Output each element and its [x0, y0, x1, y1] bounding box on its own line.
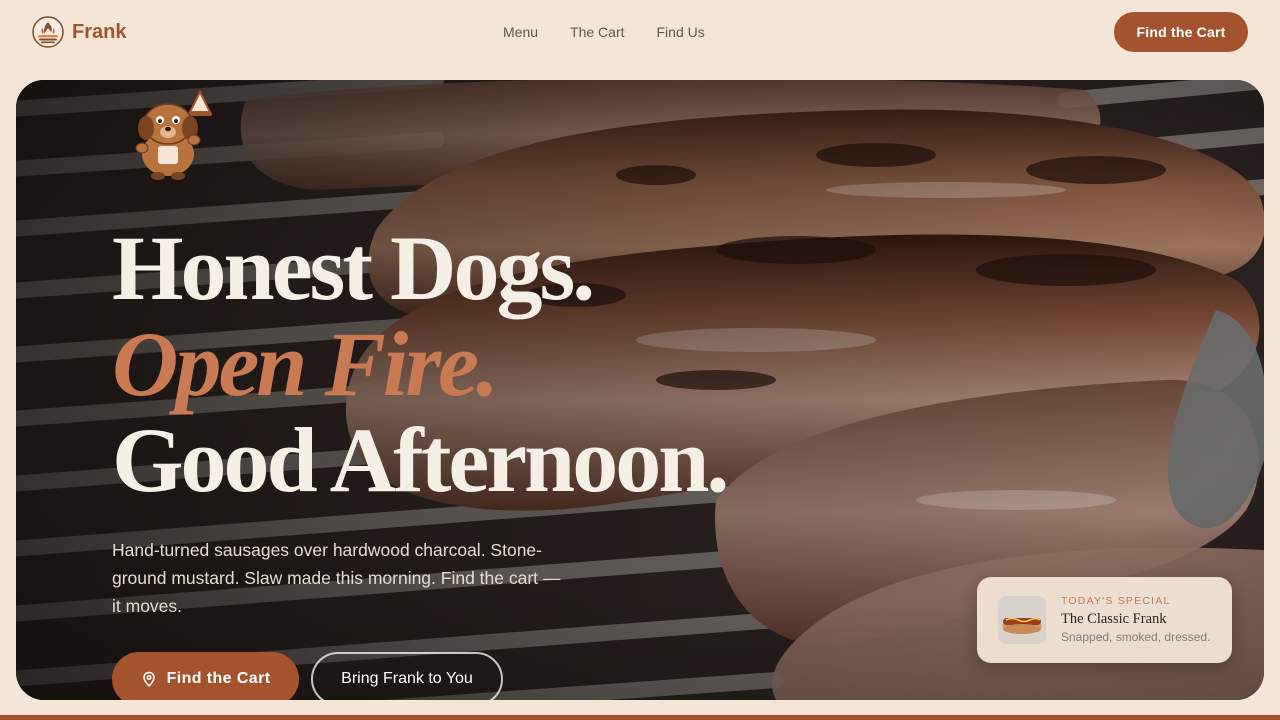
hero-section: Honest Dogs. Open Fire. Good Afternoon. … — [16, 80, 1264, 700]
headline-line-2: Open Fire. — [112, 313, 499, 415]
special-eyebrow: TODAY'S SPECIAL — [1061, 595, 1171, 607]
nav-link-menu[interactable]: Menu — [503, 23, 538, 41]
hero-description: Hand-turned sausages over hardwood charc… — [112, 540, 561, 616]
bottom-accent-bar — [0, 715, 1280, 720]
special-description: Snapped, smoked, dressed. — [1061, 630, 1211, 644]
todays-special-card[interactable]: TODAY'S SPECIAL The Classic Frank Snappe… — [977, 577, 1232, 663]
brand-name: Frank — [72, 20, 127, 43]
nav-link-find-us[interactable]: Find Us — [657, 23, 705, 41]
location-pin-icon — [142, 671, 155, 687]
headline-line-1: Honest Dogs. — [112, 217, 595, 319]
dog-mascot-with-cone-icon — [135, 89, 212, 180]
special-title: The Classic Frank — [1061, 611, 1167, 627]
top-nav: Frank Menu The Cart Find Us Find the Car… — [0, 0, 1280, 64]
headline-line-3: Good Afternoon. — [112, 409, 729, 511]
hero-find-cart-button[interactable]: Find the Cart — [112, 652, 299, 700]
hot-dog-thumbnail-icon — [998, 596, 1046, 644]
grill-flame-logo-icon — [32, 16, 64, 48]
nav-links: Menu The Cart Find Us — [503, 23, 705, 41]
nav-link-the-cart[interactable]: The Cart — [570, 23, 624, 41]
nav-find-cart-button[interactable]: Find the Cart — [1114, 12, 1248, 52]
special-thumbnail — [998, 596, 1046, 644]
hero-find-cart-label: Find the Cart — [166, 670, 271, 687]
hero-headline: Honest Dogs. Open Fire. Good Afternoon. — [112, 220, 872, 508]
bring-frank-button[interactable]: Bring Frank to You — [311, 652, 503, 700]
brand-home-link[interactable]: Frank — [32, 15, 126, 49]
